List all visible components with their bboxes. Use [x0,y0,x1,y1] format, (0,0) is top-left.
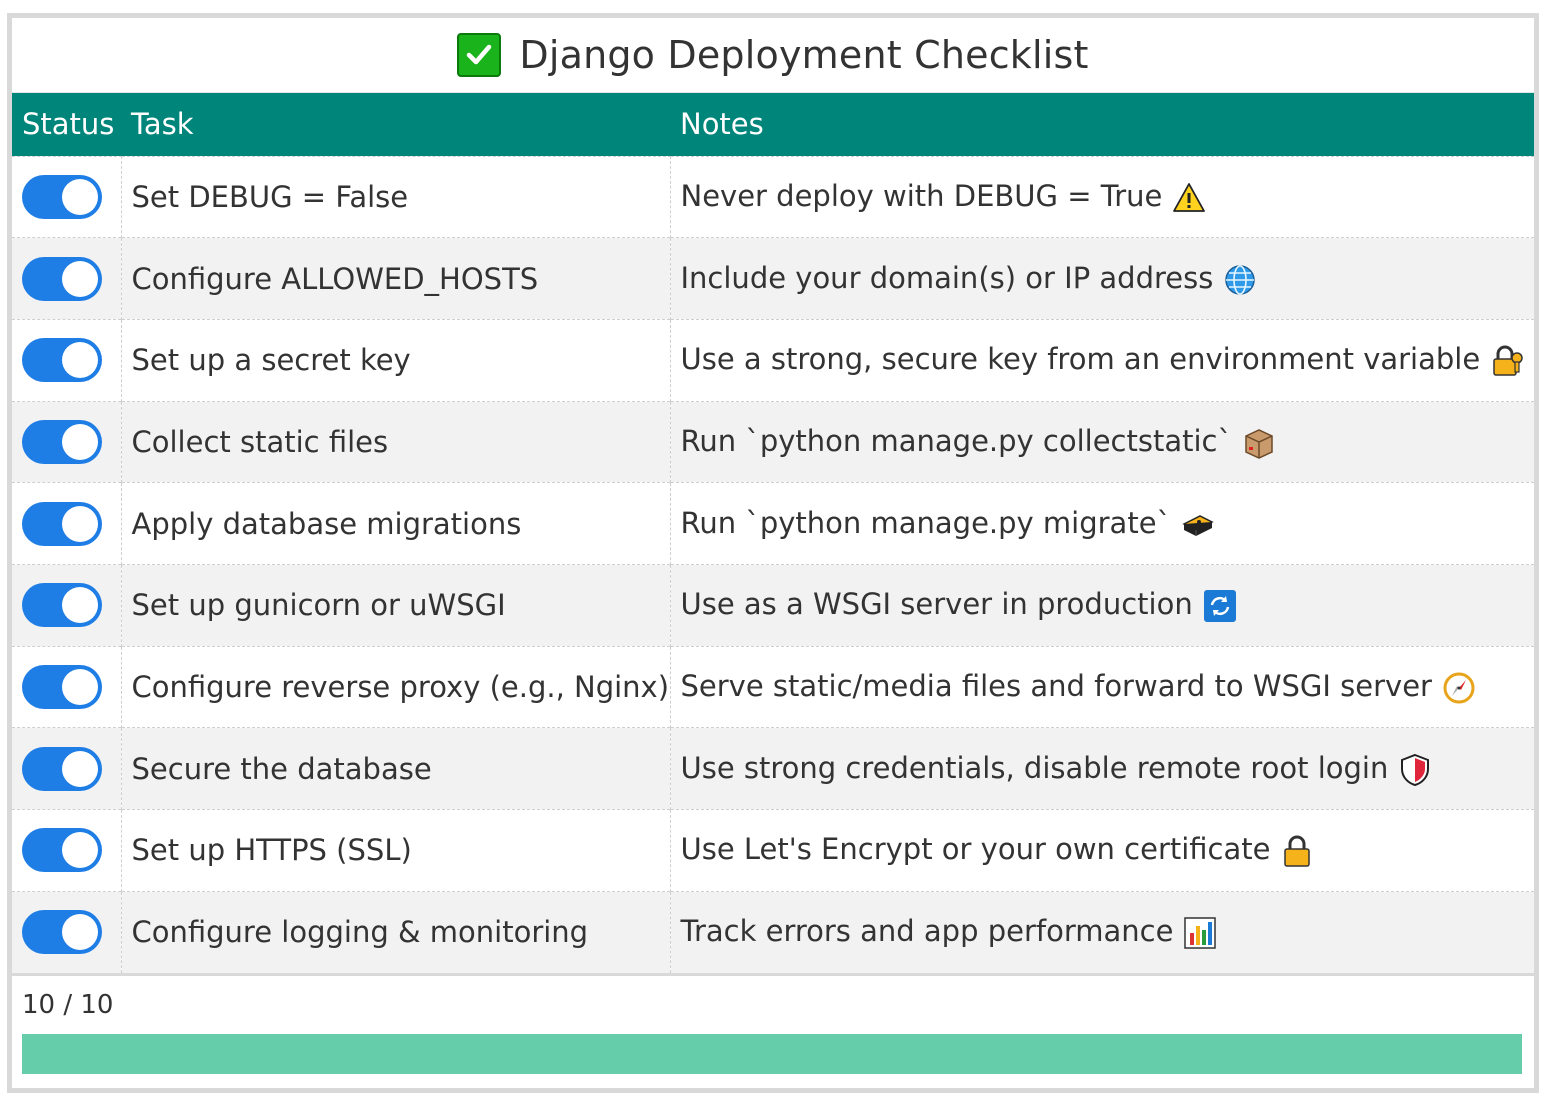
note-text: Use Let's Encrypt or your own certificat… [680,832,1271,867]
note-text: Run `python manage.py collectstatic` [680,423,1233,458]
status-cell [12,318,122,402]
notes-cell: Track errors and app performance [670,890,1534,973]
status-cell [12,400,122,483]
status-cell [12,237,122,320]
status-cell [12,645,122,728]
status-toggle[interactable] [22,583,102,628]
warning-icon [1172,181,1206,215]
note-text: Use as a WSGI server in production [680,587,1193,622]
task-cell: Configure reverse proxy (e.g., Nginx) [121,645,671,728]
task-cell: Set up a secret key [121,318,671,402]
progress-fill [22,1033,1522,1074]
toggle-knob [62,178,98,215]
progress-footer: 10 / 10 [12,972,1534,1074]
database-icon [1181,508,1215,542]
task-cell: Set up gunicorn or uWSGI [121,563,671,647]
toggle-knob [62,260,98,297]
notes-cell: Use strong credentials, disable remote r… [670,727,1534,810]
table-row: Set up HTTPS (SSL) Use Let's Encrypt or y… [12,809,1534,892]
notes-cell: Run `python manage.py migrate` [670,482,1534,565]
note-text: Include your domain(s) or IP address [680,260,1214,295]
toggle-knob [62,342,98,379]
status-cell [12,809,122,892]
toggle-knob [62,914,98,951]
status-toggle[interactable] [22,501,102,546]
status-column-header: Status [22,107,115,142]
table-row: Set up gunicorn or uWSGI Use as a WSGI se… [12,563,1534,647]
note-text: Never deploy with DEBUG = True [680,178,1163,213]
lock-icon [1280,834,1314,868]
task-cell: Collect static files [121,400,671,483]
toggle-knob [62,668,98,705]
note-text: Use strong credentials, disable remote r… [680,750,1389,785]
note-text: Use a strong, secure key from an environ… [680,342,1481,377]
notes-column-header: Notes [680,107,764,142]
table-row: Configure reverse proxy (e.g., Nginx) Ser… [12,645,1534,728]
checklist-panel: Django Deployment Checklist Status Task … [7,13,1539,1093]
table-row: Apply database migrations Run `python man… [12,482,1534,565]
task-column-header: Task [131,107,194,142]
status-toggle[interactable] [22,664,102,709]
table-row: Configure logging & monitoring Track erro… [12,890,1534,973]
status-toggle[interactable] [22,338,102,383]
notes-cell: Run `python manage.py collectstatic` [670,400,1534,483]
check-mark-icon [457,33,502,77]
notes-cell: Never deploy with DEBUG = True [670,155,1534,238]
table-row: Set DEBUG = False Never deploy with DEBUG… [12,155,1534,238]
checklist-table: Status Task Notes Set DEBUG = False Never… [12,93,1534,973]
toggle-knob [62,423,98,460]
note-text: Run `python manage.py migrate` [680,505,1172,540]
toggle-knob [62,505,98,542]
notes-cell: Include your domain(s) or IP address [670,237,1534,320]
task-cell: Configure logging & monitoring [121,890,671,973]
status-cell [12,482,122,565]
task-cell: Set up HTTPS (SSL) [121,809,671,892]
task-cell: Secure the database [121,727,671,810]
bar-chart-icon [1183,916,1217,950]
table-header-row: Status Task Notes [12,93,1534,156]
status-toggle[interactable] [22,828,102,873]
status-cell [12,155,122,238]
status-toggle[interactable] [22,256,102,301]
page-title: Django Deployment Checklist [519,33,1089,77]
refresh-icon [1203,589,1237,623]
table-row: Set up a secret key Use a strong, secure … [12,318,1534,402]
toggle-knob [62,750,98,787]
toggle-knob [62,832,98,869]
notes-cell: Use Let's Encrypt or your own certificat… [670,809,1534,892]
compass-icon [1442,671,1476,705]
note-text: Serve static/media files and forward to … [680,668,1432,703]
lock-with-key-icon [1490,344,1524,378]
progress-bar [22,1033,1522,1074]
status-toggle[interactable] [22,910,102,955]
notes-cell: Use a strong, secure key from an environ… [670,318,1534,402]
table-row: Secure the database Use strong credential… [12,727,1534,810]
status-cell [12,727,122,810]
status-toggle[interactable] [22,746,102,791]
shield-icon [1398,753,1432,787]
note-text: Track errors and app performance [680,914,1174,949]
status-toggle[interactable] [22,419,102,464]
globe-icon [1223,263,1257,297]
task-cell: Apply database migrations [121,482,671,565]
status-toggle[interactable] [22,174,102,219]
toggle-knob [62,587,98,624]
table-row: Configure ALLOWED_HOSTS Include your doma… [12,237,1534,320]
notes-cell: Serve static/media files and forward to … [670,645,1534,728]
status-cell [12,563,122,647]
table-row: Collect static files Run `python manage.p… [12,400,1534,483]
task-cell: Configure ALLOWED_HOSTS [121,237,671,320]
completion-count: 10 / 10 [22,989,114,1020]
package-icon [1242,426,1276,460]
task-cell: Set DEBUG = False [121,155,671,238]
title-bar: Django Deployment Checklist [12,18,1534,93]
notes-cell: Use as a WSGI server in production [670,563,1534,647]
status-cell [12,890,122,973]
